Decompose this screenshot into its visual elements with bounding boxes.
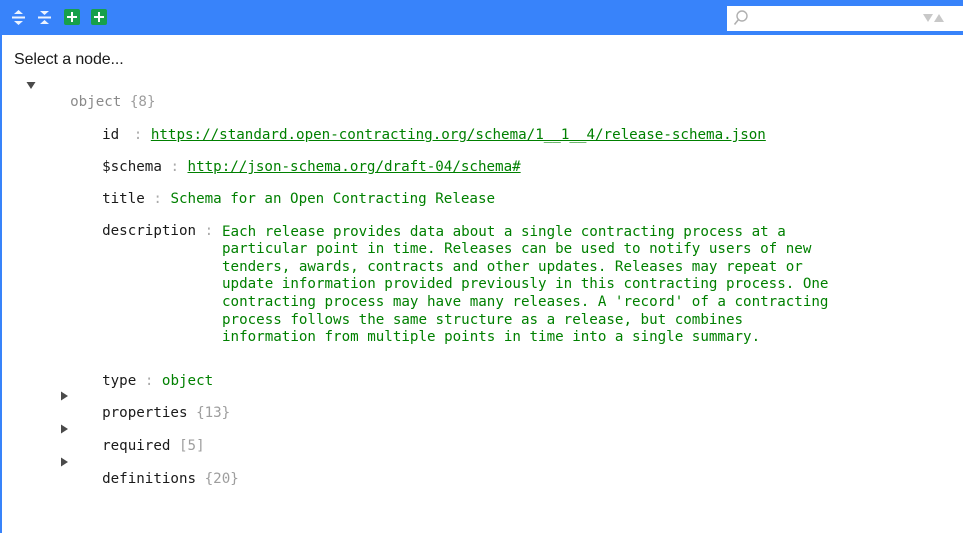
description-line: particular point in time. Releases can b…: [222, 241, 812, 258]
description-line: Each release provides data about a singl…: [222, 223, 786, 240]
collapse-all-button[interactable]: [37, 10, 52, 25]
field-row-description[interactable]: description :: [85, 207, 213, 239]
field-row-type[interactable]: type : object: [85, 357, 213, 389]
field-separator: :: [133, 127, 143, 143]
toolbar: [0, 0, 963, 35]
field-value-link[interactable]: https://standard.open-contracting.org/sc…: [151, 127, 766, 143]
field-key[interactable]: $schema: [102, 159, 162, 175]
description-line: process follows the same structure as a …: [222, 311, 744, 328]
field-key[interactable]: properties: [102, 405, 187, 421]
expand-required-toggle[interactable]: [60, 423, 70, 435]
search-input[interactable]: [755, 8, 919, 30]
field-value[interactable]: object: [162, 373, 213, 389]
field-count: {13}: [196, 405, 231, 421]
description-line: information from multiple points in time…: [222, 329, 761, 346]
field-count: {20}: [204, 471, 239, 487]
root-count: {8}: [129, 94, 156, 110]
field-key[interactable]: description: [102, 223, 196, 239]
field-row-title[interactable]: title : Schema for an Open Contracting R…: [85, 175, 495, 207]
triangle-right-icon: [61, 424, 68, 434]
triangle-down-icon: [26, 82, 36, 89]
field-key[interactable]: definitions: [102, 471, 196, 487]
insert-field-button[interactable]: [64, 9, 80, 25]
field-count: [5]: [178, 438, 205, 454]
field-row-definitions[interactable]: definitions {20}: [85, 455, 239, 487]
field-key[interactable]: type: [102, 373, 136, 389]
navigation-bar: Select a node...: [14, 51, 124, 68]
field-value-link[interactable]: http://json-schema.org/draft-04/schema#: [188, 159, 521, 175]
expand-all-icon: [12, 10, 25, 25]
search-next-button[interactable]: [923, 14, 933, 22]
collapse-root-toggle[interactable]: [26, 79, 36, 91]
field-row-required[interactable]: required [5]: [85, 422, 205, 454]
root-type-label: object: [70, 94, 122, 110]
collapse-all-icon: [38, 11, 51, 24]
field-separator: :: [204, 223, 214, 239]
description-line: contracting process may have many releas…: [222, 293, 829, 310]
field-row-properties[interactable]: properties {13}: [85, 389, 230, 421]
expand-all-button[interactable]: [11, 10, 26, 25]
field-key[interactable]: title: [102, 191, 145, 207]
root-object-row[interactable]: object {8}: [53, 78, 156, 110]
expand-properties-toggle[interactable]: [60, 390, 70, 402]
search-previous-button[interactable]: [934, 14, 944, 22]
field-key[interactable]: id: [102, 127, 119, 143]
field-separator: :: [153, 191, 162, 207]
triangle-right-icon: [61, 457, 68, 467]
description-value[interactable]: Each release provides data about a singl…: [222, 206, 962, 364]
field-row-id[interactable]: id : https://standard.open-contracting.o…: [85, 111, 766, 143]
description-line: update information provided previously i…: [222, 276, 829, 293]
field-separator: :: [170, 159, 179, 175]
field-value[interactable]: Schema for an Open Contracting Release: [170, 191, 495, 207]
search-box: [727, 6, 963, 31]
field-separator: :: [144, 373, 154, 389]
append-field-button[interactable]: [91, 9, 107, 25]
description-line: tenders, awards, contracts and other upd…: [222, 258, 803, 275]
field-key[interactable]: required: [102, 438, 170, 454]
triangle-right-icon: [61, 391, 68, 401]
field-row-schema[interactable]: $schema : http://json-schema.org/draft-0…: [85, 143, 521, 175]
search-icon: [733, 10, 748, 25]
expand-definitions-toggle[interactable]: [60, 456, 70, 468]
